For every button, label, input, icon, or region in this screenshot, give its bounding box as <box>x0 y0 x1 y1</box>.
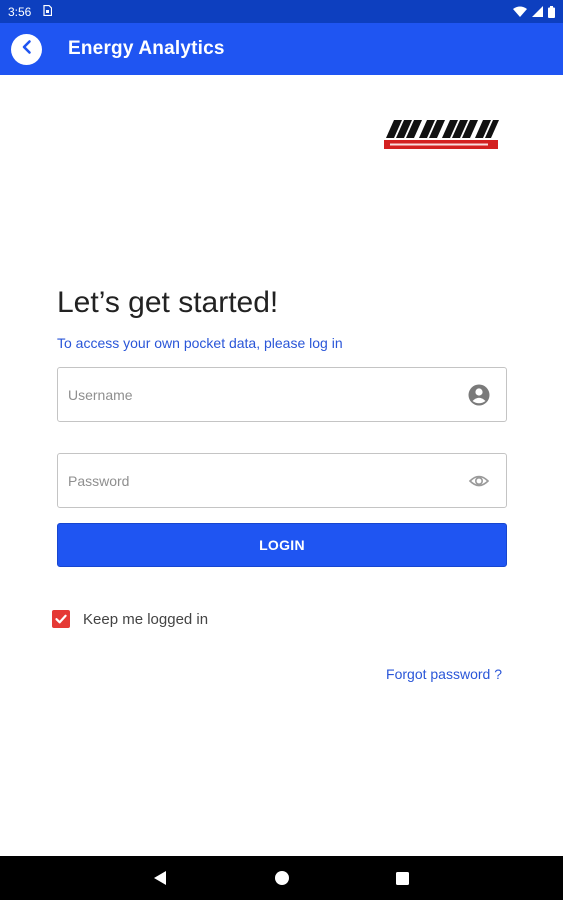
battery-icon <box>548 5 555 18</box>
password-field[interactable] <box>57 453 507 508</box>
signal-icon <box>532 6 543 17</box>
back-button[interactable] <box>11 34 42 65</box>
wifi-icon <box>513 6 527 17</box>
forgot-password-link[interactable]: Forgot password ? <box>386 666 502 682</box>
keep-logged-in-checkbox[interactable] <box>52 610 70 628</box>
keep-logged-in-row[interactable]: Keep me logged in <box>52 610 208 628</box>
recents-square-icon[interactable] <box>393 869 411 887</box>
status-time: 3:56 <box>8 4 32 19</box>
login-button[interactable]: LOGIN <box>57 523 507 567</box>
company-logo <box>382 118 500 152</box>
sim-card-icon <box>43 4 53 19</box>
username-field[interactable] <box>57 367 507 422</box>
login-subtitle: To access your own pocket data, please l… <box>57 335 343 351</box>
eye-icon[interactable] <box>468 470 490 492</box>
app-bar: Energy Analytics <box>0 23 563 75</box>
status-icons <box>513 5 555 18</box>
back-arrow-icon <box>19 39 35 60</box>
system-nav-bar <box>0 856 563 900</box>
home-circle-icon[interactable] <box>273 869 291 887</box>
username-input[interactable] <box>58 368 506 421</box>
account-circle-icon <box>468 384 490 406</box>
status-bar: 3:56 <box>0 0 563 23</box>
app-title: Energy Analytics <box>68 38 225 59</box>
back-triangle-icon[interactable] <box>151 869 169 887</box>
keep-logged-in-label: Keep me logged in <box>83 610 209 628</box>
password-input[interactable] <box>58 454 506 507</box>
page-title: Let’s get started! <box>57 286 279 319</box>
